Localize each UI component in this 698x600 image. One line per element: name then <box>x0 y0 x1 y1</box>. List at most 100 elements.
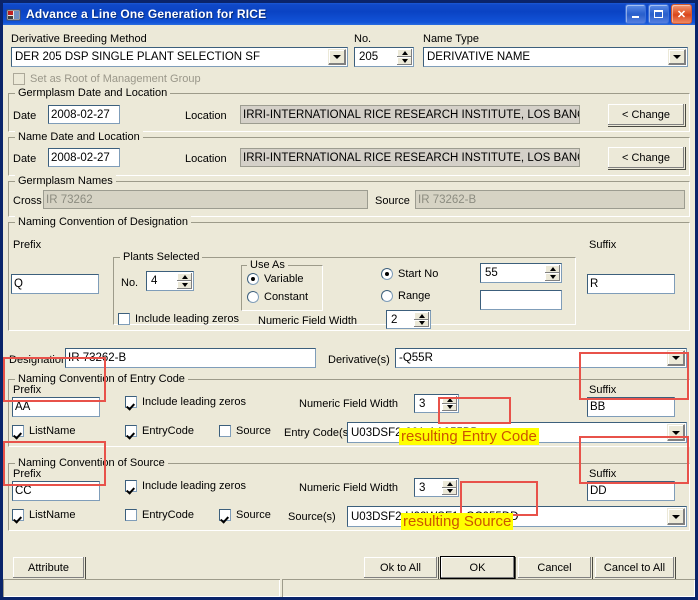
start-no-spinner-arrows[interactable] <box>545 265 560 281</box>
ok-button[interactable]: OK <box>440 556 515 579</box>
window-controls: ✕ <box>625 4 692 24</box>
checkbox-box <box>12 509 24 521</box>
use-as-variable-radio[interactable]: Variable <box>247 273 304 285</box>
status-pane-right <box>282 579 695 597</box>
breeding-method-combo[interactable]: DER 205 DSP SINGLE PLANT SELECTION SF <box>11 47 348 67</box>
designation-prefix-input[interactable]: Q <box>11 274 99 294</box>
start-no-radio[interactable]: Start No <box>381 268 438 280</box>
name-change-button[interactable]: < Change <box>607 146 685 169</box>
name-date-group-title: Name Date and Location <box>15 131 143 143</box>
range-input[interactable] <box>480 290 562 310</box>
entry-code-entrycode-label: EntryCode <box>142 425 194 437</box>
breeding-method-value: DER 205 DSP SINGLE PLANT SELECTION SF <box>15 51 260 63</box>
radio-button <box>247 291 259 303</box>
sources-combo[interactable]: U03DSF2-U02WSF1--CC055DD <box>347 506 687 527</box>
source-nfw-spinner-arrows[interactable] <box>442 480 457 495</box>
no-spinner[interactable]: 205 <box>354 47 414 67</box>
name-date-input[interactable]: 2008-02-27 <box>48 148 120 167</box>
breeding-method-label: Derivative Breeding Method <box>11 33 147 45</box>
cancel-button[interactable]: Cancel <box>517 556 592 579</box>
entry-code-listname-checkbox[interactable]: ListName <box>12 425 75 437</box>
germplasm-date-label: Date <box>13 110 37 122</box>
source-source-label: Source <box>236 509 271 521</box>
cancel-label: Cancel <box>537 561 572 574</box>
source-include-leading-zeros-checkbox[interactable]: Include leading zeros <box>125 480 246 492</box>
checkbox-box <box>125 425 137 437</box>
source-numeric-field-width-label: Numeric Field Width <box>299 482 399 494</box>
entry-code-entrycode-checkbox[interactable]: EntryCode <box>125 425 194 437</box>
start-no-value: 55 <box>485 267 498 279</box>
entry-code-suffix-label: Suffix <box>589 384 617 396</box>
entry-code-nfw-spinner-arrows[interactable] <box>442 396 457 411</box>
name-change-label: < Change <box>621 151 670 164</box>
app-icon <box>6 7 22 22</box>
range-radio[interactable]: Range <box>381 290 430 302</box>
chevron-down-icon[interactable] <box>667 350 685 366</box>
source-listname-label: ListName <box>29 509 76 521</box>
maximize-icon[interactable] <box>648 4 669 24</box>
checkbox-box <box>219 509 231 521</box>
entry-code-prefix-label: Prefix <box>13 384 42 396</box>
source-suffix-value: DD <box>590 485 607 497</box>
germplasm-change-button[interactable]: < Change <box>607 103 685 126</box>
source-listname-checkbox[interactable]: ListName <box>12 509 75 521</box>
entry-code-numeric-field-width-spinner[interactable]: 3 <box>414 394 459 413</box>
designation-prefix-value: Q <box>14 278 23 290</box>
germplasm-source-label: Source <box>375 195 410 207</box>
derivatives-combo[interactable]: -Q55R <box>395 348 687 368</box>
source-suffix-input[interactable]: DD <box>587 481 675 501</box>
entry-code-numeric-field-width-label: Numeric Field Width <box>299 398 399 410</box>
plants-no-spinner-arrows[interactable] <box>177 273 192 289</box>
designation-numeric-field-width-spinner[interactable]: 2 <box>386 310 431 329</box>
use-as-group-title: Use As <box>247 259 288 271</box>
source-source-checkbox[interactable]: Source <box>219 509 271 521</box>
designation-suffix-input[interactable]: R <box>587 274 675 294</box>
ok-to-all-button[interactable]: Ok to All <box>363 556 438 579</box>
plants-selected-group-title: Plants Selected <box>120 251 203 263</box>
chevron-down-icon[interactable] <box>328 49 346 65</box>
designation-group-title: Naming Convention of Designation <box>15 216 191 228</box>
cancel-to-all-button[interactable]: Cancel to All <box>594 556 675 579</box>
source-prefix-input[interactable]: CC <box>12 481 100 501</box>
germplasm-date-group-title: Germplasm Date and Location <box>15 87 171 99</box>
sources-label: Source(s) <box>288 511 336 523</box>
attribute-button[interactable]: Attribute <box>12 556 85 579</box>
close-icon[interactable]: ✕ <box>671 4 692 24</box>
name-type-combo[interactable]: DERIVATIVE NAME <box>423 47 688 67</box>
use-as-constant-radio[interactable]: Constant <box>247 291 308 303</box>
radio-button <box>381 290 393 302</box>
plants-no-spinner[interactable]: 4 <box>146 271 194 291</box>
derivatives-label: Derivative(s) <box>328 354 390 366</box>
no-spinner-arrows[interactable] <box>397 49 412 65</box>
chevron-down-icon[interactable] <box>667 424 685 441</box>
derivatives-value: -Q55R <box>399 352 433 364</box>
set-as-root-label: Set as Root of Management Group <box>30 73 201 85</box>
entry-code-include-leading-zeros-checkbox[interactable]: Include leading zeros <box>125 396 246 408</box>
entry-code-suffix-input[interactable]: BB <box>587 397 675 417</box>
designation-include-leading-zeros-checkbox[interactable]: Include leading zeros <box>118 313 239 325</box>
chevron-down-icon[interactable] <box>668 49 686 65</box>
start-no-spinner[interactable]: 55 <box>480 263 562 283</box>
checkbox-box <box>125 396 137 408</box>
designation-suffix-value: R <box>590 278 599 290</box>
plants-no-label: No. <box>121 277 139 289</box>
germplasm-date-input[interactable]: 2008-02-27 <box>48 105 120 124</box>
range-label: Range <box>398 290 431 302</box>
status-pane-left <box>3 579 280 597</box>
cross-label: Cross <box>13 195 42 207</box>
entry-code-listname-label: ListName <box>29 425 76 437</box>
entry-code-prefix-input[interactable]: AA <box>12 397 100 417</box>
designation-include-leading-zeros-label: Include leading zeros <box>135 313 239 325</box>
germplasm-location-value: IRRI-INTERNATIONAL RICE RESEARCH INSTITU… <box>243 108 580 121</box>
source-numeric-field-width-spinner[interactable]: 3 <box>414 478 459 497</box>
designation-row-input[interactable]: IR 73262-B <box>65 348 316 368</box>
chevron-down-icon[interactable] <box>667 508 685 525</box>
germplasm-source-value: IR 73262-B <box>418 193 477 206</box>
source-entrycode-checkbox[interactable]: EntryCode <box>125 509 194 521</box>
set-as-root-checkbox[interactable]: Set as Root of Management Group <box>13 73 201 85</box>
germplasm-date-value: 2008-02-27 <box>51 108 110 121</box>
entry-code-source-checkbox[interactable]: Source <box>219 425 271 437</box>
germplasm-change-label: < Change <box>621 108 670 121</box>
minimize-icon[interactable] <box>625 4 646 24</box>
designation-nfw-spinner-arrows[interactable] <box>414 312 429 327</box>
